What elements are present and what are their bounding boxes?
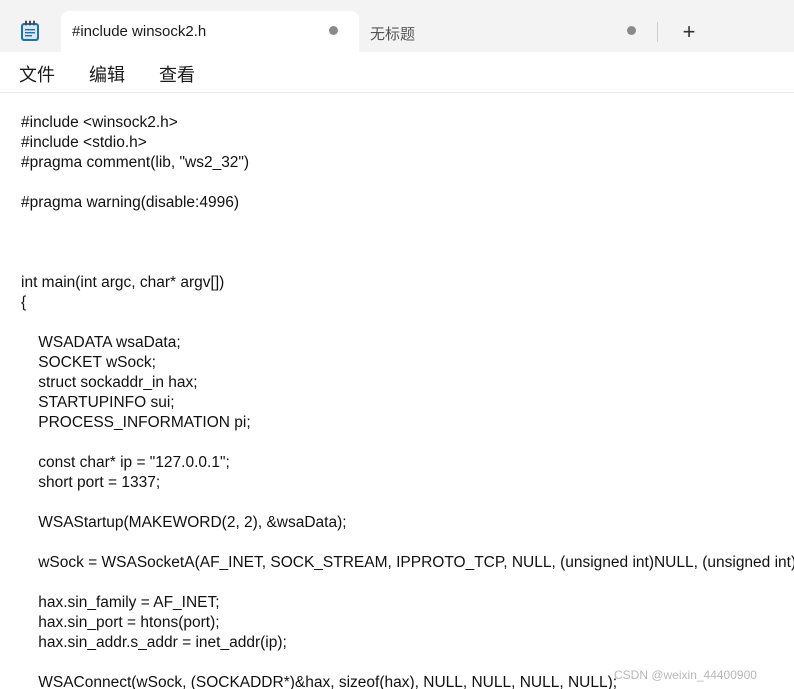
code-line: #include <winsock2.h> [21, 114, 178, 131]
code-line: WSADATA wsaData; [21, 334, 181, 351]
code-line: PROCESS_INFORMATION pi; [21, 414, 251, 431]
menu-view[interactable]: 查看 [159, 61, 195, 87]
code-line: SOCKET wSock; [21, 354, 156, 371]
code-line: #pragma comment(lib, "ws2_32") [21, 154, 250, 171]
tab-divider [657, 22, 658, 42]
code-line: #pragma warning(disable:4996) [21, 194, 239, 211]
code-line: wSock = WSASocketA(AF_INET, SOCK_STREAM,… [21, 554, 794, 571]
unsaved-dot-icon[interactable] [329, 26, 338, 35]
title-bar: #include winsock2.h 无标题 + [0, 0, 794, 52]
text-editor[interactable]: #include <winsock2.h> #include <stdio.h>… [0, 93, 794, 689]
tab-untitled[interactable]: 无标题 [359, 11, 657, 52]
notepad-icon [20, 20, 40, 42]
menu-bar: 文件 编辑 查看 [0, 52, 794, 93]
code-line: hax.sin_family = AF_INET; [21, 594, 220, 611]
code-line: #include <stdio.h> [21, 134, 147, 151]
code-line: hax.sin_addr.s_addr = inet_addr(ip); [21, 634, 287, 651]
watermark: CSDN @weixin_44400900 [614, 668, 757, 682]
menu-edit[interactable]: 编辑 [89, 61, 125, 87]
code-line: const char* ip = "127.0.0.1"; [21, 454, 230, 471]
menu-file[interactable]: 文件 [19, 61, 55, 87]
unsaved-dot-icon[interactable] [627, 26, 636, 35]
code-line: WSAStartup(MAKEWORD(2, 2), &wsaData); [21, 514, 347, 531]
code-line: { [21, 294, 27, 311]
code-line: struct sockaddr_in hax; [21, 374, 198, 391]
tab-label: #include winsock2.h [72, 23, 207, 40]
tab-label: 无标题 [370, 26, 416, 43]
tab-winsock[interactable]: #include winsock2.h [61, 11, 359, 52]
code-line: short port = 1337; [21, 474, 161, 491]
code-line: hax.sin_port = htons(port); [21, 614, 220, 631]
code-line: int main(int argc, char* argv[]) [21, 274, 225, 291]
notepad-window: #include winsock2.h 无标题 + 文件 编辑 查看 #incl… [0, 0, 794, 689]
new-tab-button[interactable]: + [678, 21, 700, 43]
editor-lines: #include <winsock2.h> #include <stdio.h>… [21, 113, 794, 689]
code-line: STARTUPINFO sui; [21, 394, 175, 411]
